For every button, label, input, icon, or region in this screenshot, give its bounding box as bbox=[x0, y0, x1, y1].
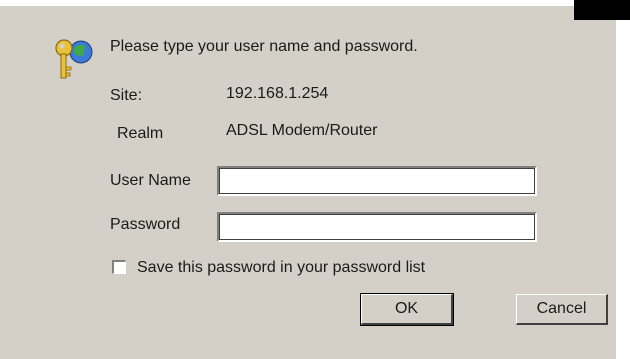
top-strip bbox=[0, 0, 630, 6]
site-label: Site: bbox=[110, 87, 143, 104]
realm-value: ADSL Modem/Router bbox=[226, 122, 378, 139]
site-value: 192.168.1.254 bbox=[226, 85, 329, 102]
key-globe-icon bbox=[55, 39, 93, 79]
cancel-button[interactable]: Cancel bbox=[516, 294, 608, 325]
corner-block bbox=[574, 0, 630, 20]
right-strip bbox=[616, 20, 630, 359]
password-field[interactable] bbox=[217, 212, 537, 242]
username-field[interactable] bbox=[217, 166, 537, 196]
realm-label: Realm bbox=[117, 125, 164, 142]
ok-button[interactable]: OK bbox=[360, 293, 454, 326]
username-label: User Name bbox=[110, 172, 191, 189]
password-label: Password bbox=[110, 216, 181, 233]
save-password-checkbox[interactable] bbox=[112, 260, 126, 274]
prompt-text: Please type your user name and password. bbox=[110, 38, 418, 55]
login-dialog: Please type your user name and password.… bbox=[0, 0, 630, 359]
save-password-label[interactable]: Save this password in your password list bbox=[137, 259, 425, 277]
